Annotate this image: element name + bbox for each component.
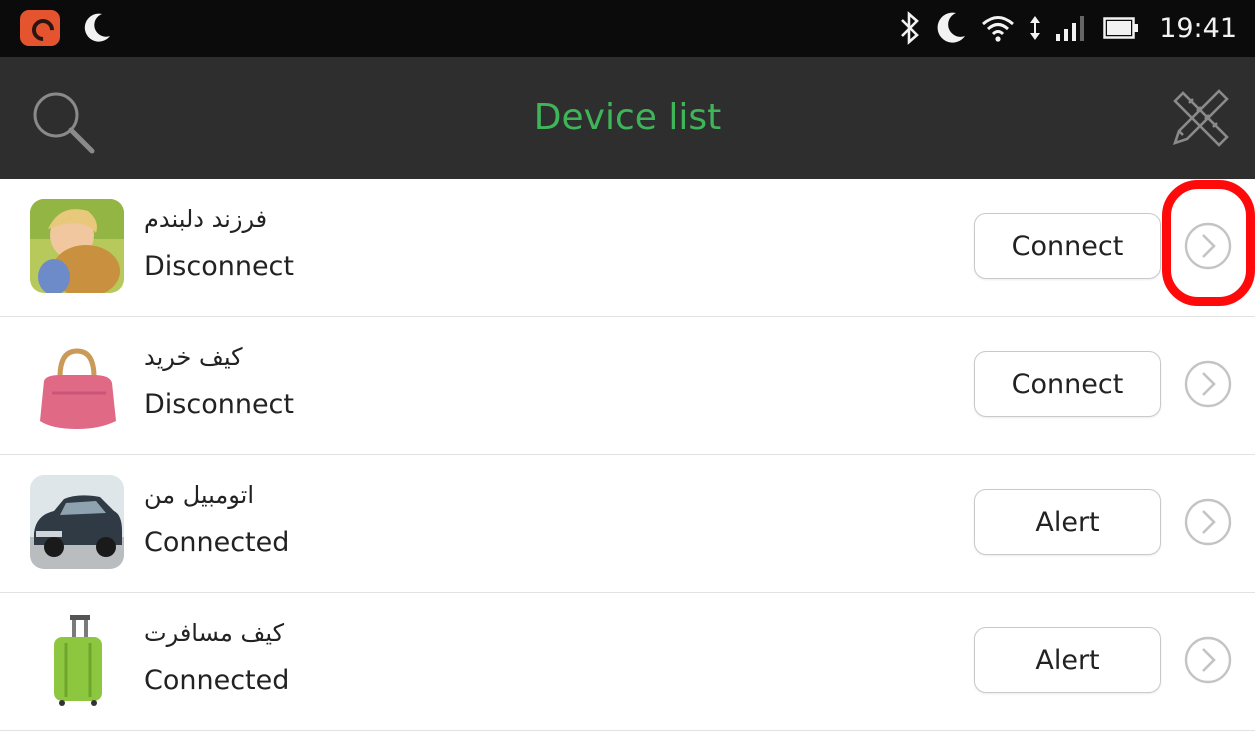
car-photo-icon xyxy=(30,475,124,569)
device-thumbnail xyxy=(30,199,124,293)
list-item[interactable]: فرزند دلبندم Disconnect Connect xyxy=(0,179,1255,317)
bluetooth-icon xyxy=(901,11,920,45)
list-item[interactable]: اتومبیل من Connected Alert xyxy=(0,455,1255,593)
moon-icon xyxy=(84,13,110,42)
status-bar-right: 19:41 xyxy=(899,9,1237,47)
chevron-right-icon[interactable] xyxy=(1183,497,1233,547)
page-title: Device list xyxy=(533,97,722,138)
wifi-icon xyxy=(982,16,1015,42)
device-name: کیف خرید xyxy=(144,343,243,371)
moon-icon xyxy=(937,12,966,43)
alert-button[interactable]: Alert xyxy=(974,489,1161,555)
device-status: Connected xyxy=(144,665,290,696)
tools-button[interactable] xyxy=(1167,85,1233,151)
status-bar-left xyxy=(20,9,112,47)
suitcase-photo-icon xyxy=(30,613,124,707)
handbag-photo-icon xyxy=(30,337,124,431)
device-name: فرزند دلبندم xyxy=(144,205,268,233)
app-badge-icon xyxy=(20,10,60,46)
alert-button[interactable]: Alert xyxy=(974,627,1161,693)
device-thumbnail xyxy=(30,613,124,707)
battery-icon xyxy=(1103,17,1139,39)
device-name: اتومبیل من xyxy=(144,481,255,509)
chevron-right-icon[interactable] xyxy=(1183,635,1233,685)
tools-icon xyxy=(1172,89,1229,147)
status-bar: 19:41 xyxy=(0,0,1255,57)
data-arrows-icon xyxy=(1030,16,1041,40)
device-thumbnail xyxy=(30,475,124,569)
app-bar: Device list xyxy=(0,57,1255,179)
list-item[interactable]: کیف خرید Disconnect Connect xyxy=(0,317,1255,455)
chevron-right-icon[interactable] xyxy=(1183,359,1233,409)
device-thumbnail xyxy=(30,337,124,431)
signal-icon xyxy=(1056,16,1085,41)
connect-button[interactable]: Connect xyxy=(974,351,1161,417)
child-photo-icon xyxy=(30,199,124,293)
device-list: فرزند دلبندم Disconnect Connect کیف خرید… xyxy=(0,179,1255,731)
chevron-right-icon[interactable] xyxy=(1183,221,1233,271)
search-button[interactable] xyxy=(28,87,100,159)
search-icon xyxy=(33,92,95,154)
device-status: Connected xyxy=(144,527,290,558)
clock: 19:41 xyxy=(1159,12,1237,44)
list-item[interactable]: کیف مسافرت Connected Alert xyxy=(0,593,1255,731)
device-status: Disconnect xyxy=(144,251,294,282)
device-name: کیف مسافرت xyxy=(144,619,285,647)
connect-button[interactable]: Connect xyxy=(974,213,1161,279)
device-status: Disconnect xyxy=(144,389,294,420)
